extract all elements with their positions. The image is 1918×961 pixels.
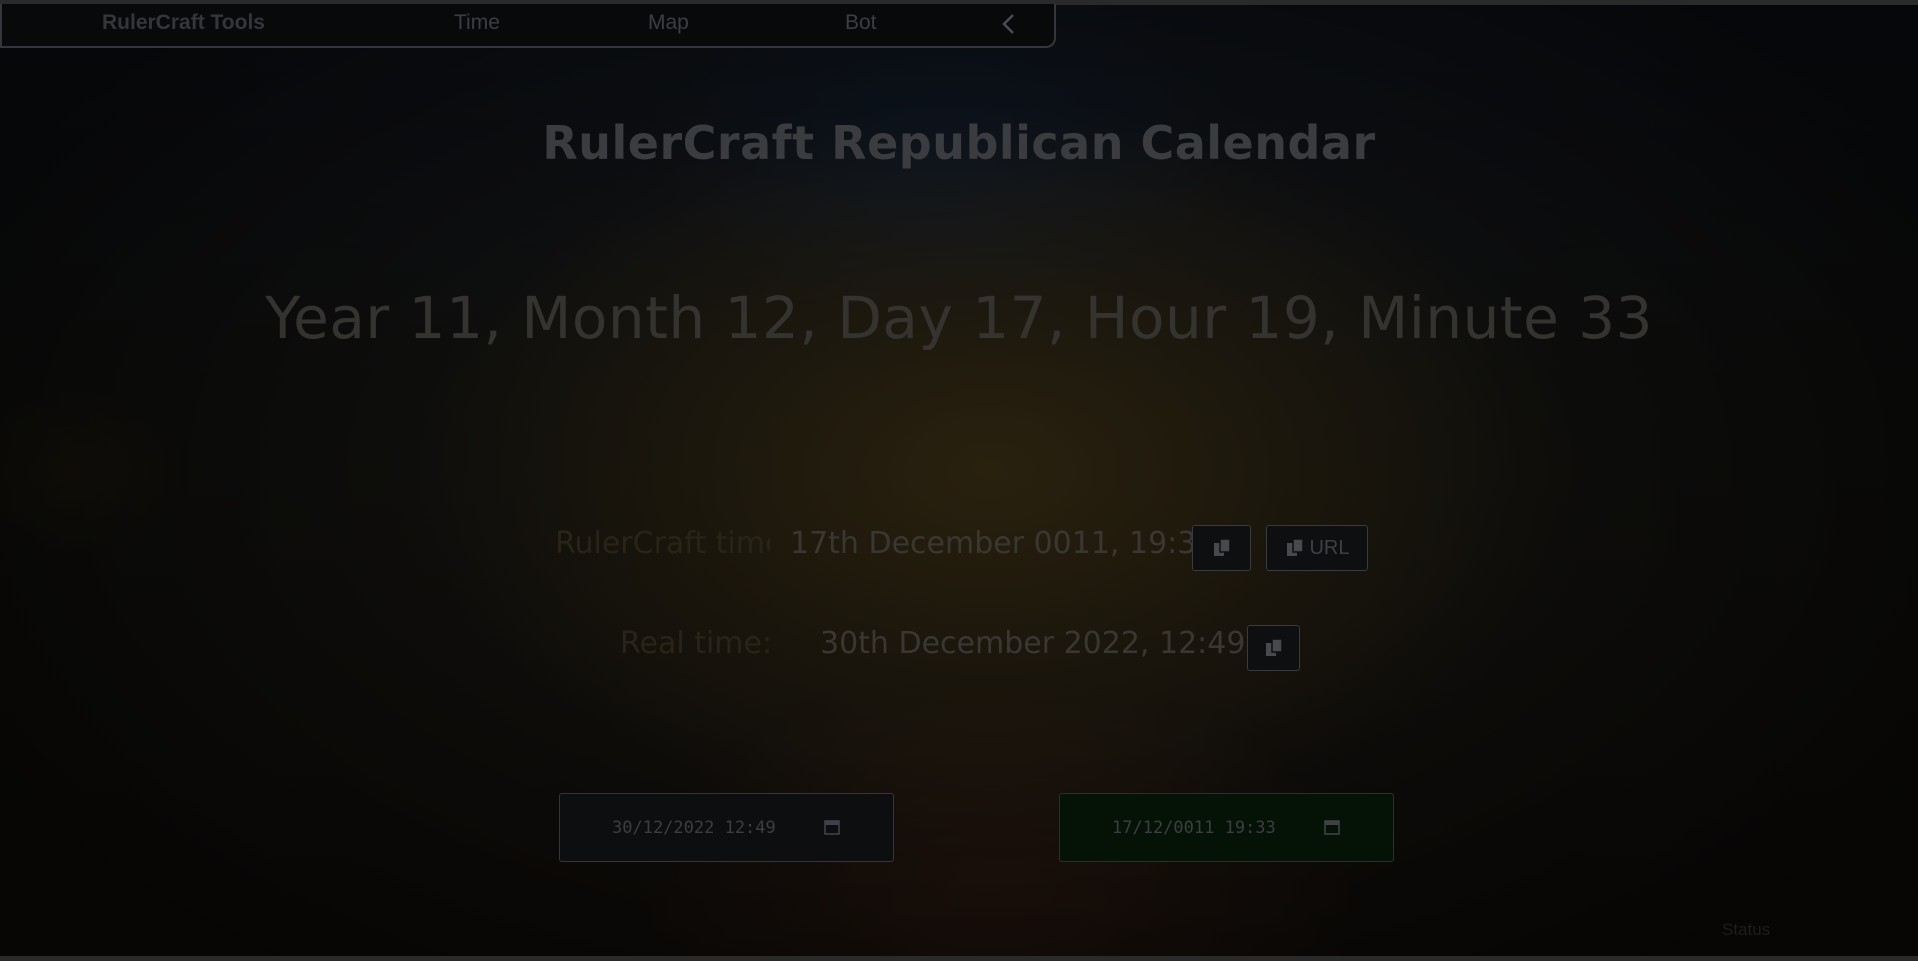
current-time-display: Year 11, Month 12, Day 17, Hour 19, Minu… — [264, 284, 1654, 352]
copy-icon — [1265, 638, 1283, 656]
real-datetime-input[interactable]: 30/12/2022 12:49 — [559, 793, 894, 862]
copy-real-time-button[interactable] — [1247, 625, 1300, 671]
chevron-left-icon[interactable] — [998, 10, 1020, 38]
copy-icon — [1287, 538, 1305, 556]
copy-rulercraft-time-button[interactable] — [1192, 525, 1251, 571]
nav-link-map[interactable]: Map — [648, 11, 689, 35]
rulercraft-datetime-input[interactable]: 17/12/0011 19:33 — [1059, 793, 1394, 862]
real-time-value: 30th December 2022, 12:49 — [820, 626, 1246, 661]
rulercraft-time-label: RulerCraft time: — [555, 526, 770, 561]
copy-icon — [1213, 538, 1231, 556]
real-time-label: Real time: — [620, 626, 773, 661]
page-title: RulerCraft Republican Calendar — [542, 116, 1376, 170]
top-navbar: RulerCraft Tools Time Map Bot — [0, 4, 1056, 48]
status-indicator: Status — [1722, 920, 1771, 939]
real-datetime-value: 30/12/2022 12:49 — [612, 818, 776, 838]
calendar-icon[interactable] — [1323, 818, 1341, 836]
rulercraft-datetime-value: 17/12/0011 19:33 — [1112, 818, 1276, 838]
rulercraft-time-value: 17th December 0011, 19:33 — [790, 526, 1216, 561]
calendar-icon[interactable] — [823, 818, 841, 836]
nav-link-bot[interactable]: Bot — [845, 11, 877, 35]
url-button-label: URL — [1309, 536, 1350, 559]
nav-link-time[interactable]: Time — [454, 11, 500, 35]
brand-link[interactable]: RulerCraft Tools — [102, 11, 265, 35]
copy-url-button[interactable]: URL — [1266, 525, 1368, 571]
